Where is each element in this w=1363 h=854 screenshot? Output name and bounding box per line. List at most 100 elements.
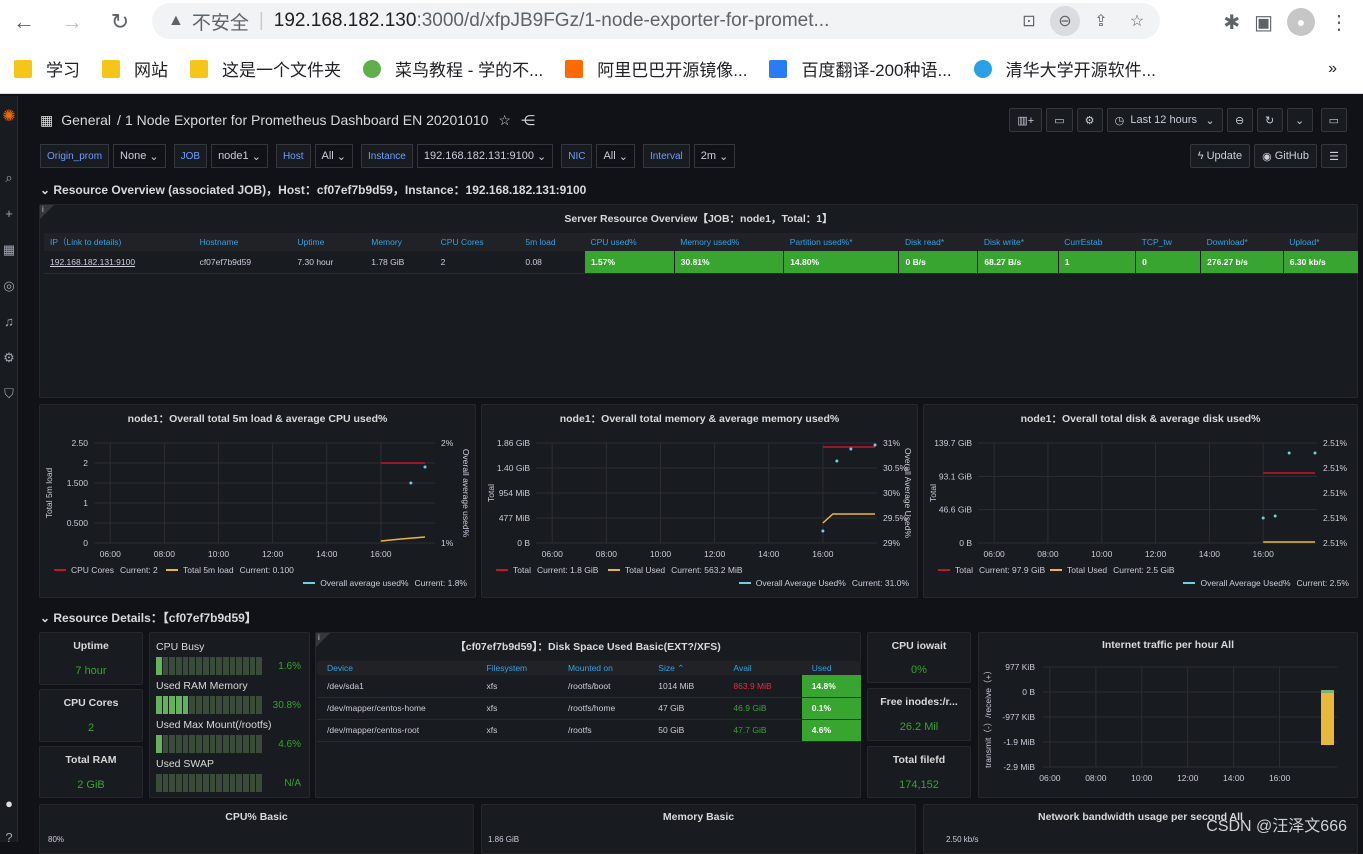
add-panel-button[interactable]: ▥+ — [1009, 108, 1043, 132]
var-select-nic[interactable]: All ⌄ — [596, 144, 635, 168]
extensions-icon[interactable]: ✱ — [1223, 10, 1240, 35]
column-header[interactable]: Memory — [365, 233, 435, 251]
create-icon[interactable]: + — [0, 206, 18, 221]
column-header[interactable]: TCP_tw — [1135, 233, 1201, 251]
column-header[interactable]: Disk write* — [977, 233, 1059, 251]
bookmark-star-icon[interactable]: ☆ — [1122, 6, 1152, 36]
tv-mode-button[interactable]: ▭ — [1320, 108, 1347, 132]
legend-item[interactable]: Total Current: 97.9 GiB — [938, 565, 1045, 575]
column-header[interactable]: CPU used% — [584, 233, 675, 251]
zoom-icon[interactable]: ⊖ — [1050, 6, 1080, 36]
zoom-out-button[interactable]: ⊖ — [1226, 108, 1253, 132]
legend-item[interactable]: CPU Cores Current: 2 — [54, 565, 158, 575]
dashboards-grid-icon[interactable]: ▦ — [40, 112, 53, 129]
save-button[interactable]: ▭ — [1046, 108, 1073, 132]
column-header[interactable]: Used — [801, 661, 861, 675]
legend-item[interactable]: Total Used Current: 563.2 MiB — [608, 565, 743, 575]
column-header[interactable]: CurrEstab — [1058, 233, 1136, 251]
bookmarks-more-icon[interactable]: » — [1328, 60, 1337, 78]
column-header[interactable]: Filesystem — [476, 661, 558, 675]
column-header[interactable]: IP（Link to details) — [44, 233, 194, 251]
update-link[interactable]: ϟ Update — [1189, 144, 1251, 168]
alerting-icon[interactable]: ♫ — [0, 314, 18, 329]
gauge-segment — [249, 774, 256, 792]
back-icon[interactable]: ← — [6, 4, 42, 40]
legend-item[interactable]: Overall average used% Current: 1.8% — [303, 578, 467, 588]
gauge-label: CPU Busy — [156, 641, 205, 653]
var-select-host[interactable]: All ⌄ — [314, 144, 354, 168]
user-avatar-icon[interactable]: ● — [0, 796, 18, 811]
hamburger-menu[interactable]: ☰ — [1321, 144, 1347, 168]
menu-icon[interactable]: ⋮ — [1329, 10, 1349, 35]
column-header[interactable]: Download* — [1200, 233, 1284, 251]
bookmark-item[interactable]: 网站 — [102, 56, 168, 81]
config-icon[interactable]: ⚙ — [0, 350, 18, 366]
legend-item[interactable]: Total 5m load Current: 0.100 — [166, 565, 294, 575]
refresh-interval-button[interactable]: ⌄ — [1286, 108, 1313, 132]
github-link[interactable]: ◉ GitHub — [1254, 144, 1317, 168]
grafana-logo-icon[interactable]: ✺ — [0, 106, 18, 126]
baidu-translate-icon — [769, 59, 788, 78]
search-icon[interactable]: ⌕ — [0, 170, 18, 186]
column-header[interactable]: Hostname — [193, 233, 292, 251]
explore-icon[interactable]: ◎ — [0, 278, 18, 294]
bookmark-item[interactable]: 学习 — [14, 56, 80, 81]
x-tick-label: 08:00 — [1037, 549, 1059, 559]
translate-icon[interactable]: ⊡ — [1014, 6, 1044, 36]
column-header[interactable]: Disk read* — [898, 233, 978, 251]
column-header[interactable]: Memory used% — [674, 233, 784, 251]
settings-button[interactable]: ⚙ — [1076, 108, 1103, 132]
refresh-button[interactable]: ↻ — [1256, 108, 1283, 132]
total-filefd-stat: Total filefd 174,152 — [867, 746, 971, 798]
bookmark-item[interactable]: 百度翻译-200种语... — [769, 56, 952, 81]
var-select-origin[interactable]: None ⌄ — [113, 144, 166, 168]
legend-item[interactable]: Total Current: 1.8 GiB — [496, 565, 598, 575]
profile-avatar[interactable]: ● — [1287, 8, 1315, 36]
column-header[interactable]: CPU Cores — [434, 233, 520, 251]
table-cell: 0 B/s — [898, 251, 978, 274]
table-cell: 14.8% — [801, 675, 861, 698]
legend-swatch — [496, 569, 508, 571]
time-picker[interactable]: ◷ Last 12 hours ⌄ — [1106, 108, 1223, 132]
var-select-instance[interactable]: 192.168.182.131:9100 ⌄ — [416, 144, 554, 168]
bookmark-item[interactable]: 阿里巴巴开源镜像... — [565, 56, 747, 81]
gauge-label: Used Max Mount(/rootfs) — [156, 719, 272, 731]
bookmark-item[interactable]: 清华大学开源软件... — [973, 56, 1156, 81]
share-icon[interactable]: ⇪ — [1086, 6, 1116, 36]
folder-icon — [102, 59, 120, 78]
column-header[interactable]: Upload* — [1283, 233, 1358, 251]
series-memory-used-point — [849, 447, 853, 451]
help-icon[interactable]: ? — [0, 830, 18, 845]
star-icon[interactable]: ☆ — [498, 112, 511, 129]
row-title-overview[interactable]: ⌄ Resource Overview (associated JOB)，Hos… — [40, 181, 586, 198]
breadcrumb-root[interactable]: General — [61, 112, 111, 128]
legend-item[interactable]: Total Used Current: 2.5 GiB — [1050, 565, 1175, 575]
address-bar[interactable]: ▲ 不安全 | 192.168.182.130:3000/d/xfpJB9FGz… — [152, 3, 1160, 39]
var-select-interval[interactable]: 2m ⌄ — [693, 144, 736, 168]
column-header[interactable]: Device — [317, 661, 477, 675]
ip-link[interactable]: 192.168.182.131:9100 — [44, 251, 194, 274]
forward-icon[interactable]: → — [54, 4, 90, 40]
reload-icon[interactable]: ↻ — [102, 4, 138, 40]
column-header[interactable]: Avail — [723, 661, 802, 675]
gauge-segment — [169, 774, 176, 792]
bookmark-item[interactable]: 菜鸟教程 - 学的不... — [363, 56, 543, 81]
column-header[interactable]: 5m load — [519, 233, 585, 251]
var-select-job[interactable]: node1 ⌄ — [211, 144, 268, 168]
shield-icon[interactable]: ⛉ — [0, 386, 18, 402]
column-header[interactable]: Size ⌃ — [648, 661, 724, 675]
bookmark-item[interactable]: 这是一个文件夹 — [190, 56, 341, 81]
gauge-segment — [202, 657, 209, 675]
share-dashboard-icon[interactable]: ⋲ — [521, 112, 535, 129]
row-title-details[interactable]: ⌄ Resource Details：【cf07ef7b9d59】 — [40, 609, 257, 626]
side-panel-icon[interactable]: ▣ — [1254, 10, 1273, 35]
dashboards-icon[interactable]: ▦ — [0, 242, 18, 258]
legend-item[interactable]: Overall Average Used% Current: 31.0% — [738, 578, 909, 588]
column-header[interactable]: Mounted on — [557, 661, 649, 675]
gauge-segment — [229, 774, 236, 792]
legend-item[interactable]: Overall Average Used% Current: 2.5% — [1183, 578, 1349, 588]
bar-gauges-panel: CPU Busy 1.6% Used RAM Memory 30.8% Used Max… — [149, 632, 310, 798]
column-header[interactable]: Partition used%* — [783, 233, 899, 251]
column-header[interactable]: Uptime — [291, 233, 366, 251]
dashboard-title[interactable]: 1 Node Exporter for Prometheus Dashboard… — [125, 112, 488, 128]
